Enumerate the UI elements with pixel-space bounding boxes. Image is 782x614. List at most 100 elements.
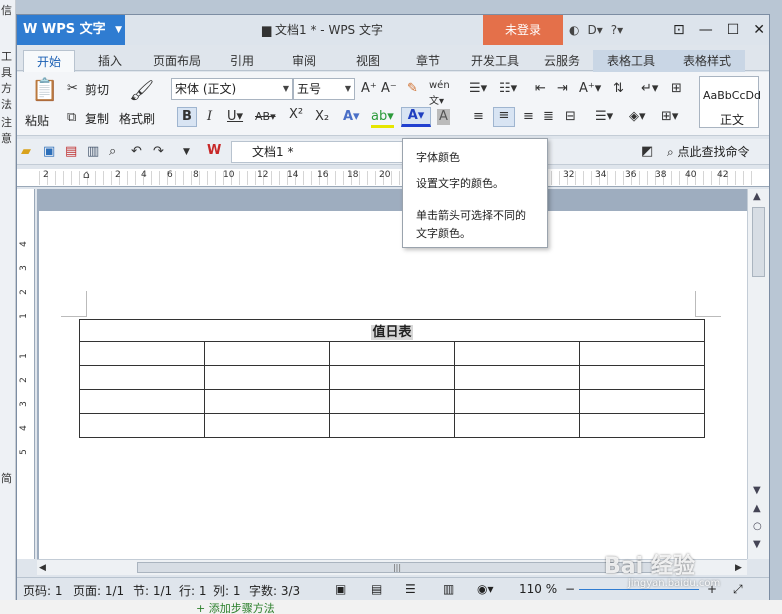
- shading-icon[interactable]: ◈▾: [629, 109, 646, 125]
- tab-table-style[interactable]: 表格样式: [669, 50, 745, 72]
- scroll-down-icon[interactable]: ▼: [753, 485, 761, 496]
- duty-table[interactable]: 值日表: [79, 319, 705, 438]
- document-area[interactable]: 值日表: [37, 189, 747, 559]
- open-folder-icon[interactable]: ▰: [21, 144, 31, 160]
- sort-icon[interactable]: ⇅: [613, 81, 624, 97]
- zoom-level[interactable]: 110 %: [519, 582, 557, 596]
- text-effect-icon[interactable]: A▾: [343, 109, 360, 125]
- font-name-select[interactable]: 宋体 (正文) ▼: [171, 78, 293, 100]
- format-painter-button[interactable]: 格式刷: [119, 110, 155, 127]
- customize-toolbar-icon[interactable]: ▼: [183, 144, 190, 160]
- tab-home[interactable]: 开始: [23, 50, 75, 72]
- undo-icon[interactable]: ↶: [131, 144, 142, 160]
- prev-page-icon[interactable]: ▲: [753, 503, 761, 514]
- page-view-icon[interactable]: ▤: [371, 582, 382, 596]
- vertical-scrollbar[interactable]: ▲ ▼ ▲ ○ ▼: [747, 189, 769, 559]
- help-icon[interactable]: ?▾: [611, 23, 623, 37]
- table-cell[interactable]: [204, 389, 330, 414]
- table-cell[interactable]: [79, 389, 205, 414]
- table-cell[interactable]: [79, 365, 205, 390]
- save-icon[interactable]: ▣: [43, 144, 55, 160]
- scroll-thumb[interactable]: [752, 207, 765, 277]
- table-cell[interactable]: [454, 413, 580, 438]
- table-cell[interactable]: [204, 341, 330, 366]
- fullscreen-icon[interactable]: ▣: [335, 582, 346, 596]
- wps-w-icon[interactable]: W: [207, 143, 221, 159]
- copy-button[interactable]: 复制: [85, 110, 109, 127]
- table-cell[interactable]: [204, 413, 330, 438]
- scissors-icon[interactable]: ✂: [67, 81, 78, 97]
- close-icon[interactable]: ✕: [753, 22, 765, 38]
- table-cell[interactable]: [329, 389, 455, 414]
- table-cell[interactable]: [579, 389, 705, 414]
- print-preview-icon[interactable]: ⌕: [109, 144, 116, 160]
- web-view-icon[interactable]: ▥: [443, 582, 454, 596]
- tab-table-tools[interactable]: 表格工具: [593, 50, 669, 72]
- style-normal[interactable]: AaBbCcDd 正文: [699, 76, 761, 128]
- tab-insert[interactable]: 插入: [85, 50, 135, 72]
- tab-cloud[interactable]: 云服务: [533, 50, 591, 72]
- format-painter-icon[interactable]: 🖌: [129, 78, 154, 102]
- tab-chapter[interactable]: 章节: [403, 50, 453, 72]
- highlight-icon[interactable]: ab▾: [371, 109, 394, 128]
- command-search[interactable]: ⌕ 点此查找命令: [667, 143, 750, 160]
- scroll-right-icon[interactable]: ▶: [735, 560, 742, 576]
- paste-button[interactable]: 粘贴: [25, 112, 49, 129]
- shrink-font-icon[interactable]: A⁻: [381, 81, 397, 97]
- table-cell[interactable]: [329, 341, 455, 366]
- scroll-thumb[interactable]: |||: [137, 562, 657, 573]
- table-cell[interactable]: [79, 413, 205, 438]
- align-left-icon[interactable]: ≡: [473, 109, 484, 125]
- table-cell[interactable]: [579, 365, 705, 390]
- paste-icon[interactable]: 📋: [31, 78, 58, 104]
- superscript-button[interactable]: X²: [289, 107, 303, 123]
- fit-window-icon[interactable]: ⤢: [733, 582, 743, 597]
- tab-developer[interactable]: 开发工具: [463, 50, 527, 72]
- next-page-icon[interactable]: ▼: [753, 539, 761, 550]
- table-cell[interactable]: [579, 341, 705, 366]
- underline-button[interactable]: U▾: [227, 109, 243, 125]
- strikethrough-button[interactable]: AB▾: [255, 109, 276, 125]
- phonetic-icon[interactable]: wén 文▾: [429, 78, 450, 110]
- bold-button[interactable]: B: [177, 107, 197, 127]
- cut-button[interactable]: 剪切: [85, 81, 109, 98]
- table-cell[interactable]: [579, 413, 705, 438]
- line-spacing-icon[interactable]: ☰▾: [595, 109, 613, 125]
- zoom-out-icon[interactable]: −: [565, 582, 575, 596]
- table-cell[interactable]: [454, 341, 580, 366]
- indent-marker[interactable]: ⌂: [83, 168, 90, 181]
- theme-icon[interactable]: D▾: [587, 23, 602, 37]
- skin-icon[interactable]: ◐: [569, 23, 579, 37]
- table-cell[interactable]: [204, 365, 330, 390]
- table-cell[interactable]: [329, 365, 455, 390]
- borders-icon[interactable]: ⊞: [671, 81, 682, 97]
- tab-references[interactable]: 引用: [219, 50, 265, 72]
- app-menu-button[interactable]: W WPS 文字 ▼: [17, 15, 125, 45]
- add-step-link[interactable]: + 添加步骤方法: [196, 600, 275, 614]
- align-center-icon[interactable]: ≡: [493, 107, 515, 127]
- table-title-cell[interactable]: 值日表: [79, 319, 705, 342]
- table-cell[interactable]: [454, 389, 580, 414]
- distributed-icon[interactable]: ⊟: [565, 109, 576, 125]
- tab-review[interactable]: 审阅: [279, 50, 329, 72]
- font-color-button[interactable]: A▾: [401, 107, 431, 127]
- export-pdf-icon[interactable]: ▤: [65, 144, 77, 160]
- numbered-list-icon[interactable]: ☷▾: [499, 81, 517, 97]
- bullet-list-icon[interactable]: ☰▾: [469, 81, 487, 97]
- table-cell[interactable]: [454, 365, 580, 390]
- copy-icon[interactable]: ⧉: [67, 110, 76, 126]
- italic-button[interactable]: I: [207, 109, 212, 125]
- table-cell[interactable]: [79, 341, 205, 366]
- justify-icon[interactable]: ≣: [543, 109, 554, 125]
- scroll-left-icon[interactable]: ◀: [39, 560, 46, 576]
- select-browse-icon[interactable]: ○: [753, 521, 762, 532]
- scroll-up-icon[interactable]: ▲: [753, 191, 761, 202]
- restore-panel-icon[interactable]: ⊡: [673, 22, 685, 38]
- subscript-button[interactable]: X₂: [315, 109, 329, 125]
- minimize-icon[interactable]: —: [699, 22, 713, 38]
- collapse-ribbon-icon[interactable]: ◩: [641, 144, 653, 160]
- reading-view-icon[interactable]: ◉▾: [477, 582, 494, 596]
- redo-icon[interactable]: ↷: [153, 144, 164, 160]
- chinese-layout-icon[interactable]: A⁺▾: [579, 81, 601, 97]
- table-cell[interactable]: [329, 413, 455, 438]
